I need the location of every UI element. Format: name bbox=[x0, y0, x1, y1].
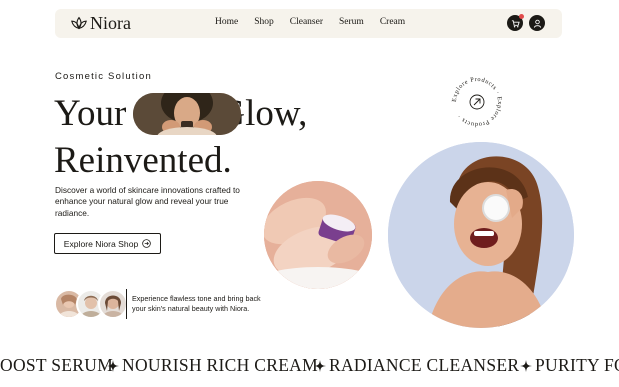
marquee-item-label: NOURISH RICH CREAM bbox=[122, 355, 318, 375]
explore-products-badge[interactable]: Explore Products · Explore Products · bbox=[451, 76, 503, 128]
headline-pill-image bbox=[133, 93, 241, 135]
brand-logo[interactable]: Niora bbox=[70, 13, 131, 33]
sparkle-icon bbox=[520, 359, 532, 372]
nav-item-shop[interactable]: Shop bbox=[254, 17, 274, 27]
hero-eyebrow: Cosmetic Solution bbox=[55, 71, 152, 82]
marquee-item-label: OOST SERUM bbox=[0, 355, 114, 375]
avatar bbox=[98, 289, 128, 319]
nav-item-serum[interactable]: Serum bbox=[339, 17, 364, 27]
testimonial-text: Experience flawless tone and bring back … bbox=[132, 294, 261, 313]
smiling-woman-image bbox=[388, 142, 574, 328]
nav-item-cleanser[interactable]: Cleanser bbox=[290, 17, 323, 27]
explore-shop-label: Explore Niora Shop bbox=[63, 238, 139, 249]
sparkle-icon bbox=[314, 359, 326, 372]
marquee-item: RADIANCE CLEANSER bbox=[314, 355, 519, 376]
sparkle-icon bbox=[107, 359, 119, 372]
arrow-up-right-icon bbox=[473, 98, 481, 106]
woman-with-cream-image bbox=[133, 93, 241, 135]
testimonial-divider bbox=[126, 289, 127, 319]
product-marquee: OOST SERUM NOURISH RICH CREAM RADIANCE C… bbox=[0, 355, 619, 381]
cart-notification-dot bbox=[519, 14, 524, 19]
top-navbar: Niora Home Shop Cleanser Serum Cream bbox=[55, 9, 562, 38]
nav-item-home[interactable]: Home bbox=[215, 17, 238, 27]
explore-shop-button[interactable]: Explore Niora Shop bbox=[54, 233, 161, 254]
marquee-item-label: RADIANCE CLEANSER bbox=[329, 355, 520, 375]
marquee-item-label: PURITY FO bbox=[535, 355, 619, 375]
account-button[interactable] bbox=[529, 15, 545, 31]
headline-word-your: Your bbox=[54, 93, 127, 134]
main-menu: Home Shop Cleanser Serum Cream bbox=[215, 17, 421, 27]
hero-description: Discover a world of skincare innovations… bbox=[55, 185, 240, 218]
marquee-item: NOURISH RICH CREAM bbox=[107, 355, 318, 376]
brand-name: Niora bbox=[90, 13, 131, 33]
cart-button[interactable] bbox=[507, 14, 524, 31]
lotus-icon bbox=[71, 16, 87, 30]
marquee-item: OOST SERUM bbox=[0, 355, 113, 376]
hero-headline-line2: Reinvented. bbox=[54, 140, 232, 181]
arrow-right-circle-icon bbox=[142, 239, 152, 248]
marquee-item: PURITY FO bbox=[520, 355, 619, 376]
cream-hands-image bbox=[264, 181, 372, 289]
user-icon bbox=[533, 19, 541, 28]
cart-icon bbox=[511, 19, 520, 27]
nav-item-cream[interactable]: Cream bbox=[380, 17, 405, 27]
